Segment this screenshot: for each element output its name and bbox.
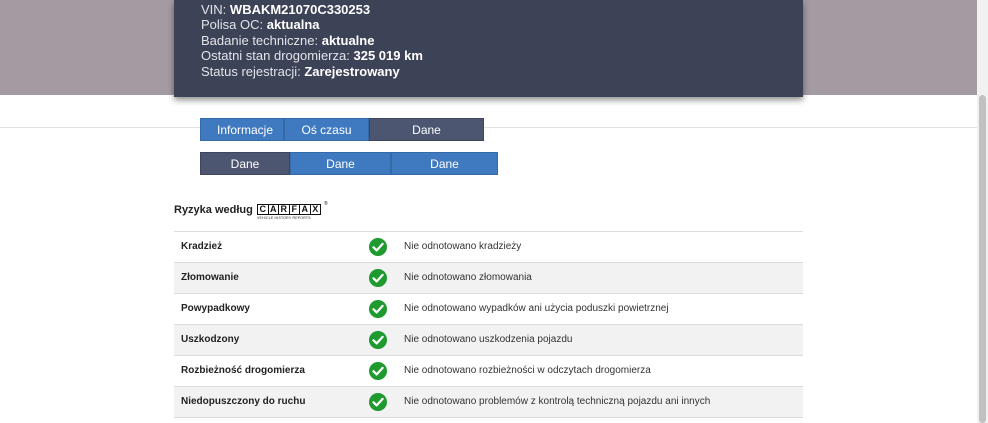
inspection-line: Badanie techniczne: aktualne: [201, 33, 374, 49]
risk-description: Nie odnotowano złomowania: [404, 272, 532, 283]
risk-name: Uszkodzony: [181, 334, 240, 345]
inspection-label: Badanie techniczne:: [201, 33, 319, 48]
odometer-line: Ostatni stan drogomierza: 325 019 km: [201, 48, 423, 64]
risk-row-rozbieznosc-drogomierza: Rozbieżność drogomierza Nie odnotowano r…: [174, 356, 803, 387]
registration-line: Status rejestracji: Zarejestrowany: [201, 64, 400, 80]
risk-row-niedopuszczony-do-ruchu: Niedopuszczony do ruchu Nie odnotowano p…: [174, 387, 803, 418]
check-circle-icon: [369, 300, 387, 318]
oc-label: Polisa OC:: [201, 17, 264, 32]
risk-section-title: Ryzyka według: [174, 204, 253, 216]
risk-row-zlomowanie: Złomowanie Nie odnotowano złomowania: [174, 263, 803, 294]
risk-table: Kradzież Nie odnotowano kradzieży Złomow…: [174, 231, 803, 418]
check-circle-icon: [369, 238, 387, 256]
inspection-value: aktualne: [321, 33, 375, 48]
carfax-registered-mark: ®: [324, 201, 328, 207]
vin-value: WBAKM21070C330253: [229, 2, 371, 17]
carfax-letter: R: [279, 205, 290, 214]
registration-label: Status rejestracji:: [201, 64, 301, 79]
carfax-letter: X: [312, 204, 319, 214]
carfax-logo: C A R F A X VEHICLE HISTORY REPORTS ®: [257, 201, 328, 222]
secondary-tabs: Dane Carfax Dane autoDNA Dane carVertica…: [200, 152, 498, 194]
risk-name: Rozbieżność drogomierza: [181, 365, 305, 376]
risk-row-powypadkowy: Powypadkowy Nie odnotowano wypadków ani …: [174, 294, 803, 325]
scrollbar-thumb[interactable]: [979, 95, 986, 423]
carfax-letter: C: [258, 205, 269, 214]
tab-informacje[interactable]: Informacje: [200, 118, 284, 141]
carfax-wordmark: C A R F A X: [257, 204, 321, 215]
oc-line: Polisa OC: aktualna: [201, 17, 320, 33]
tab-dane-carfax[interactable]: Dane Carfax: [200, 152, 290, 194]
carfax-letter: A: [269, 205, 279, 214]
carfax-letter: A: [300, 205, 311, 214]
tab-dane-zagraniczne[interactable]: Dane zagraniczne: [369, 118, 484, 160]
risk-description: Nie odnotowano wypadków ani użycia podus…: [404, 303, 669, 314]
check-circle-icon: [369, 331, 387, 349]
carfax-tagline: VEHICLE HISTORY REPORTS: [257, 216, 311, 220]
vin-line: VIN: WBAKM21070C330253: [201, 2, 370, 18]
risk-description: Nie odnotowano problemów z kontrolą tech…: [404, 396, 711, 407]
carfax-letter: F: [290, 205, 300, 214]
scrollbar[interactable]: [977, 0, 988, 423]
tab-dane-carvertical[interactable]: Dane carVertical: [391, 152, 498, 194]
risk-name: Niedopuszczony do ruchu: [181, 396, 306, 407]
divider: [0, 127, 977, 128]
registration-value: Zarejestrowany: [304, 64, 400, 79]
vehicle-summary-card: VIN: WBAKM21070C330253 Polisa OC: aktual…: [174, 0, 803, 97]
primary-tabs: Informacje Oś czasu Dane zagraniczne: [200, 118, 484, 160]
tab-dane-autodna[interactable]: Dane autoDNA: [290, 152, 391, 194]
risk-description: Nie odnotowano kradzieży: [404, 241, 522, 252]
oc-value: aktualna: [266, 17, 320, 32]
risk-description: Nie odnotowano rozbieżności w odczytach …: [404, 365, 651, 376]
risk-name: Powypadkowy: [181, 303, 250, 314]
risk-name: Kradzież: [181, 241, 223, 252]
tab-os-czasu[interactable]: Oś czasu: [284, 118, 369, 141]
check-circle-icon: [369, 269, 387, 287]
odometer-label: Ostatni stan drogomierza:: [201, 48, 350, 63]
check-circle-icon: [369, 393, 387, 411]
odometer-value: 325 019 km: [353, 48, 423, 63]
risk-description: Nie odnotowano uszkodzenia pojazdu: [404, 334, 573, 345]
risk-row-uszkodzony: Uszkodzony Nie odnotowano uszkodzenia po…: [174, 325, 803, 356]
vin-label: VIN:: [201, 2, 227, 17]
check-circle-icon: [369, 362, 387, 380]
risk-row-kradziez: Kradzież Nie odnotowano kradzieży: [174, 232, 803, 263]
risk-name: Złomowanie: [181, 272, 239, 283]
